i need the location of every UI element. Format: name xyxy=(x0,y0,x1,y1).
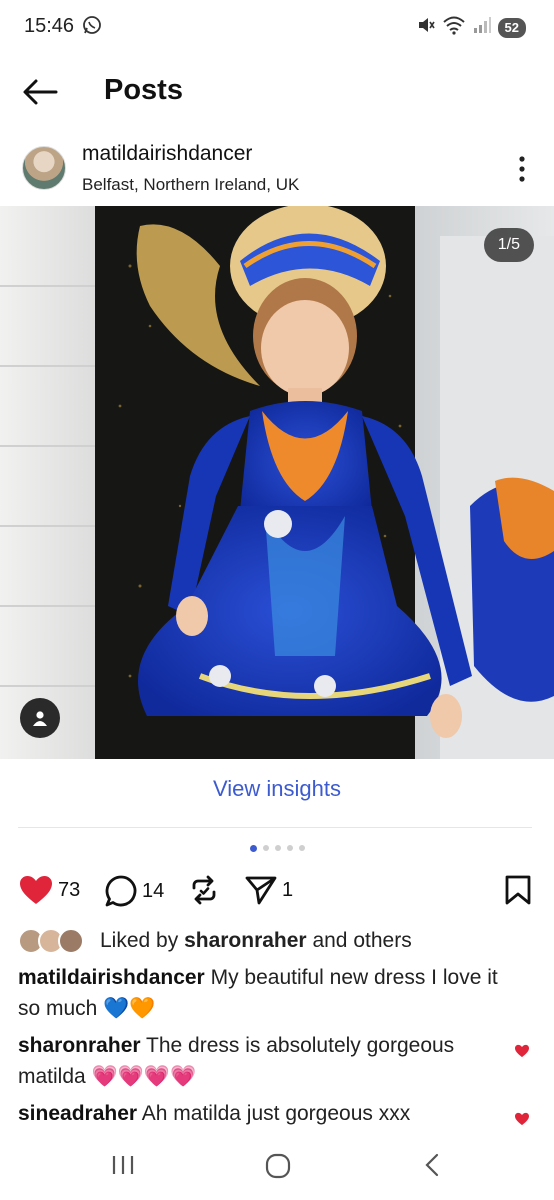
carousel-indicator xyxy=(0,845,554,852)
back-button[interactable] xyxy=(20,72,60,112)
save-button[interactable] xyxy=(504,874,532,911)
bookmark-icon xyxy=(505,875,531,905)
comment-icon xyxy=(105,875,137,907)
status-icons: 52 xyxy=(416,15,526,40)
action-row: 73 14 1 xyxy=(0,870,554,910)
wifi-icon xyxy=(442,15,466,40)
arrow-left-icon xyxy=(23,79,58,105)
like-button[interactable]: 73 xyxy=(18,874,80,906)
liked-by[interactable]: Liked by sharonraher and others xyxy=(18,928,412,954)
divider xyxy=(18,827,532,828)
recent-apps-icon xyxy=(112,1156,134,1174)
comment-button[interactable]: 14 xyxy=(104,874,164,908)
more-vertical-icon xyxy=(519,156,525,182)
carousel-dot xyxy=(286,845,293,851)
send-icon xyxy=(245,876,277,905)
post-location[interactable]: Belfast, Northern Ireland, UK xyxy=(82,175,299,195)
comment-like-button[interactable] xyxy=(514,1036,530,1067)
post-header: matildairishdancer Belfast, Northern Ire… xyxy=(0,138,554,200)
signal-icon xyxy=(472,15,492,40)
comments-list: matildairishdancer My beautiful new dres… xyxy=(18,962,529,1135)
share-count: 1 xyxy=(282,878,294,901)
recent-apps-button[interactable] xyxy=(110,1152,136,1183)
chevron-left-icon xyxy=(425,1153,439,1177)
comment-item: sharonraher The dress is absolutely gorg… xyxy=(18,1030,529,1092)
battery-indicator: 52 xyxy=(497,17,526,38)
post-image[interactable]: 1/5 xyxy=(0,206,554,759)
tagged-people-button[interactable] xyxy=(20,698,60,738)
share-button[interactable]: 1 xyxy=(244,874,293,906)
system-back-button[interactable] xyxy=(420,1152,446,1183)
comment-count: 14 xyxy=(142,879,165,902)
person-icon xyxy=(33,711,47,726)
system-nav-bar xyxy=(0,1140,554,1200)
carousel-dot xyxy=(262,845,269,851)
whatsapp-icon xyxy=(82,15,102,40)
home-icon xyxy=(265,1153,291,1179)
heart-filled-icon xyxy=(20,876,52,904)
liked-by-user[interactable]: sharonraher xyxy=(184,929,307,953)
carousel-dot xyxy=(298,845,305,851)
comment-username[interactable]: matildairishdancer xyxy=(18,966,205,989)
comment-like-button[interactable] xyxy=(514,1104,530,1135)
caption: matildairishdancer My beautiful new dres… xyxy=(18,962,518,1024)
status-bar: 15:46 52 xyxy=(0,0,554,56)
comment-username[interactable]: sineadraher xyxy=(18,1102,137,1125)
comment-username[interactable]: sharonraher xyxy=(18,1034,141,1057)
more-options-button[interactable] xyxy=(510,154,534,184)
repost-icon xyxy=(192,875,216,905)
carousel-dot xyxy=(249,845,257,852)
comment-item: sineadraher Ah matilda just gorgeous xxx xyxy=(18,1098,529,1129)
mute-icon xyxy=(416,15,436,40)
status-time: 15:46 xyxy=(24,15,75,37)
avatar xyxy=(58,928,84,954)
liked-by-prefix: Liked by xyxy=(100,929,179,952)
repost-button[interactable] xyxy=(188,874,220,906)
comment-text: Ah matilda just gorgeous xxx xyxy=(141,1102,411,1125)
liked-by-avatars xyxy=(18,928,88,954)
heart-filled-icon xyxy=(515,1044,529,1058)
top-app-bar: Posts xyxy=(0,62,554,120)
image-counter-badge: 1/5 xyxy=(483,228,534,262)
post-username[interactable]: matildairishdancer xyxy=(82,142,252,166)
view-insights-link[interactable]: View insights xyxy=(0,776,554,802)
carousel-dot xyxy=(274,845,281,851)
avatar[interactable] xyxy=(22,146,66,190)
dancer-photo xyxy=(0,206,554,759)
liked-by-suffix: and others xyxy=(312,929,412,952)
page-title: Posts xyxy=(104,74,183,106)
heart-filled-icon xyxy=(515,1112,529,1126)
like-count: 73 xyxy=(58,878,81,901)
home-button[interactable] xyxy=(264,1152,292,1185)
